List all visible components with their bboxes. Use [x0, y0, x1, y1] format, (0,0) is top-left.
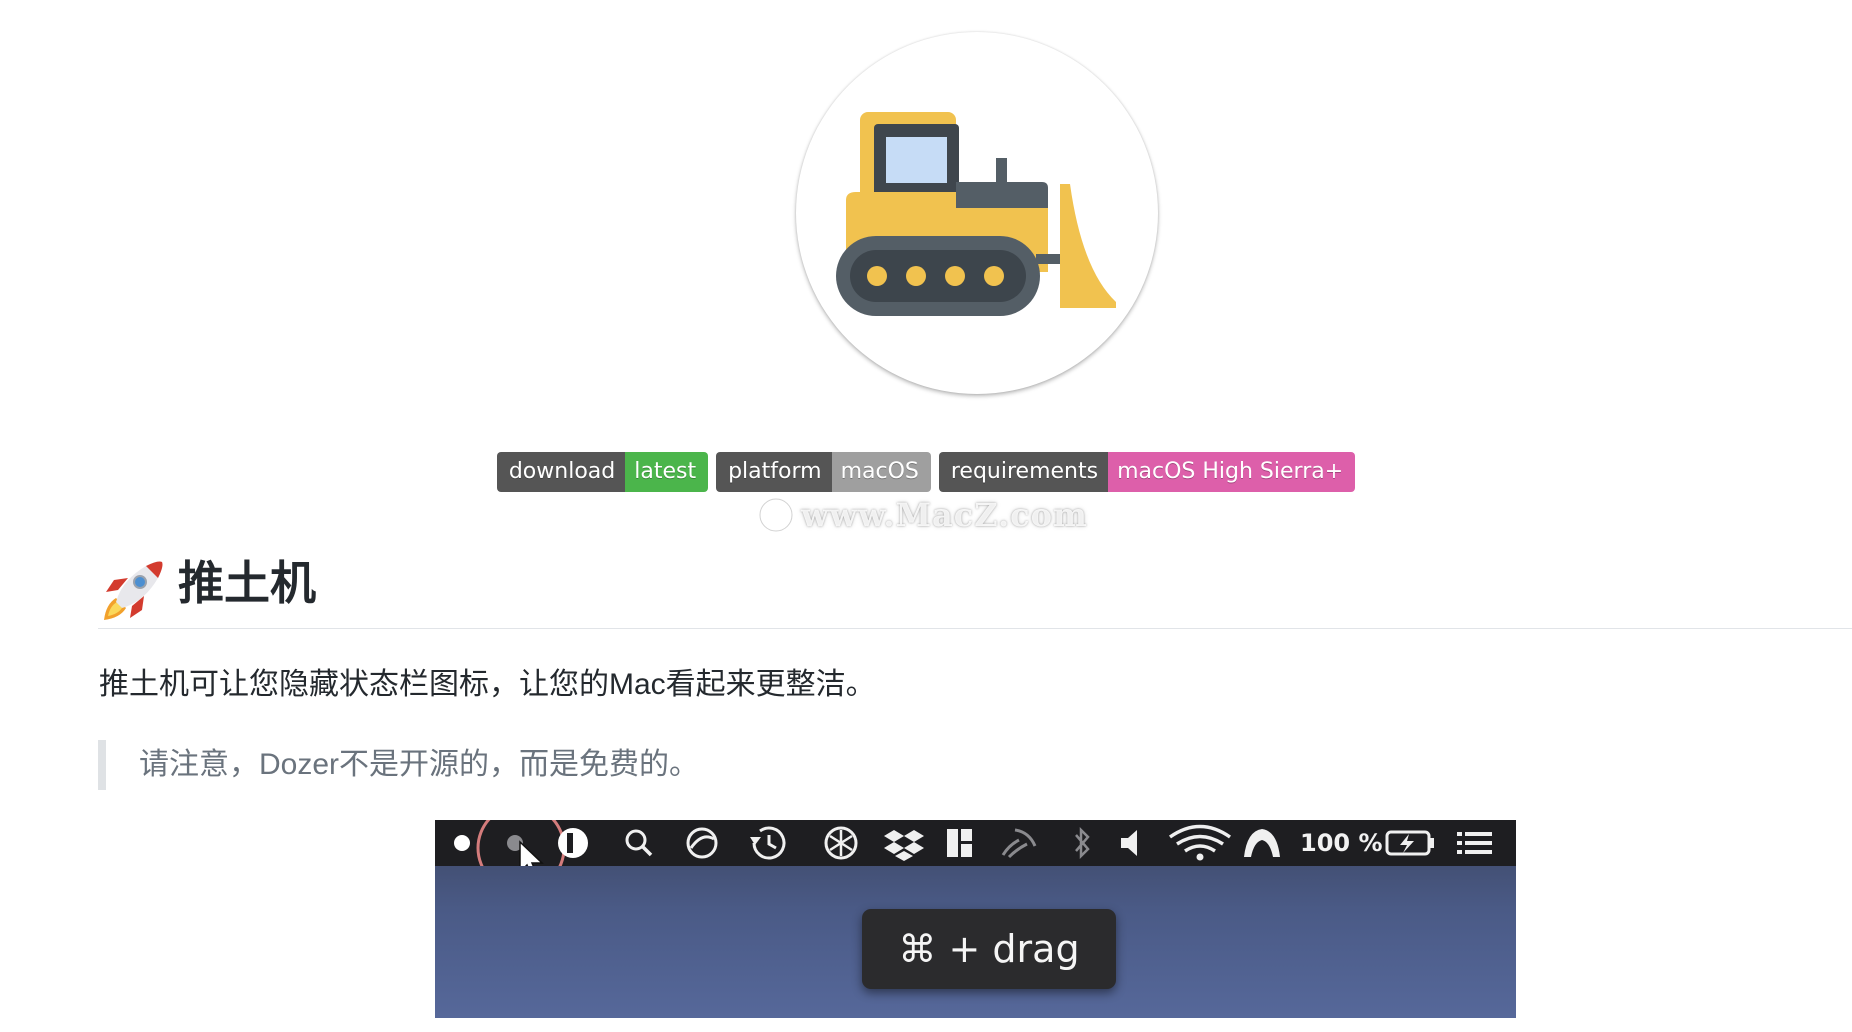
- list-menu-icon[interactable]: [1457, 832, 1492, 854]
- cursor-icon: [519, 840, 544, 866]
- layout-icon[interactable]: [947, 829, 972, 857]
- bluetooth-icon[interactable]: [1075, 826, 1090, 860]
- wifi-icon[interactable]: [1168, 824, 1232, 861]
- badge-value: latest: [625, 452, 709, 492]
- battery-icon[interactable]: [1385, 830, 1434, 856]
- watermark: www.MacZ.com: [757, 496, 1088, 534]
- dozer-dot-icon[interactable]: [454, 835, 470, 851]
- battery-percent: 100 %: [1300, 829, 1383, 857]
- badge-row: download latest platform macOS requireme…: [0, 452, 1852, 492]
- sync-icon[interactable]: [686, 827, 718, 859]
- badge-label: platform: [716, 452, 832, 492]
- volume-icon[interactable]: [1121, 830, 1137, 856]
- airplay-icon[interactable]: [1001, 828, 1037, 859]
- badge-value: macOS: [831, 452, 931, 492]
- rocket-icon: [104, 561, 163, 620]
- 1password-icon[interactable]: [558, 828, 588, 858]
- macz-logo-icon: [758, 497, 794, 533]
- badge-value: macOS High Sierra+: [1108, 452, 1356, 492]
- bulldozer-icon: [836, 112, 1116, 316]
- demo-screenshot: 100 % ⌘ + drag: [435, 820, 1516, 1018]
- time-machine-icon[interactable]: [750, 826, 786, 860]
- snowflake-icon[interactable]: [824, 826, 858, 860]
- note-text: 请注意，Dozer不是开源的，而是免费的。: [139, 748, 700, 781]
- dropbox-icon[interactable]: [884, 830, 924, 861]
- spotlight-search-icon[interactable]: [625, 829, 653, 857]
- requirements-badge[interactable]: requirements macOS High Sierra+: [938, 452, 1356, 492]
- download-badge[interactable]: download latest: [496, 452, 709, 492]
- page-title: 推土机: [178, 556, 316, 610]
- badge-label: requirements: [938, 452, 1109, 492]
- description-text: 推土机可让您隐藏状态栏图标，让您的Mac看起来更整洁。: [99, 668, 876, 701]
- watermark-text: www.MacZ.com: [801, 496, 1088, 534]
- arc-icon[interactable]: [1244, 829, 1280, 857]
- note-blockquote: 请注意，Dozer不是开源的，而是免费的。: [98, 740, 699, 790]
- badge-label: download: [496, 452, 626, 492]
- app-logo: [796, 32, 1158, 394]
- platform-badge[interactable]: platform macOS: [716, 452, 931, 492]
- menu-bar: 100 %: [435, 820, 1516, 866]
- drag-hint-tooltip: ⌘ + drag: [862, 909, 1116, 989]
- section-heading: 推土机: [98, 554, 1852, 629]
